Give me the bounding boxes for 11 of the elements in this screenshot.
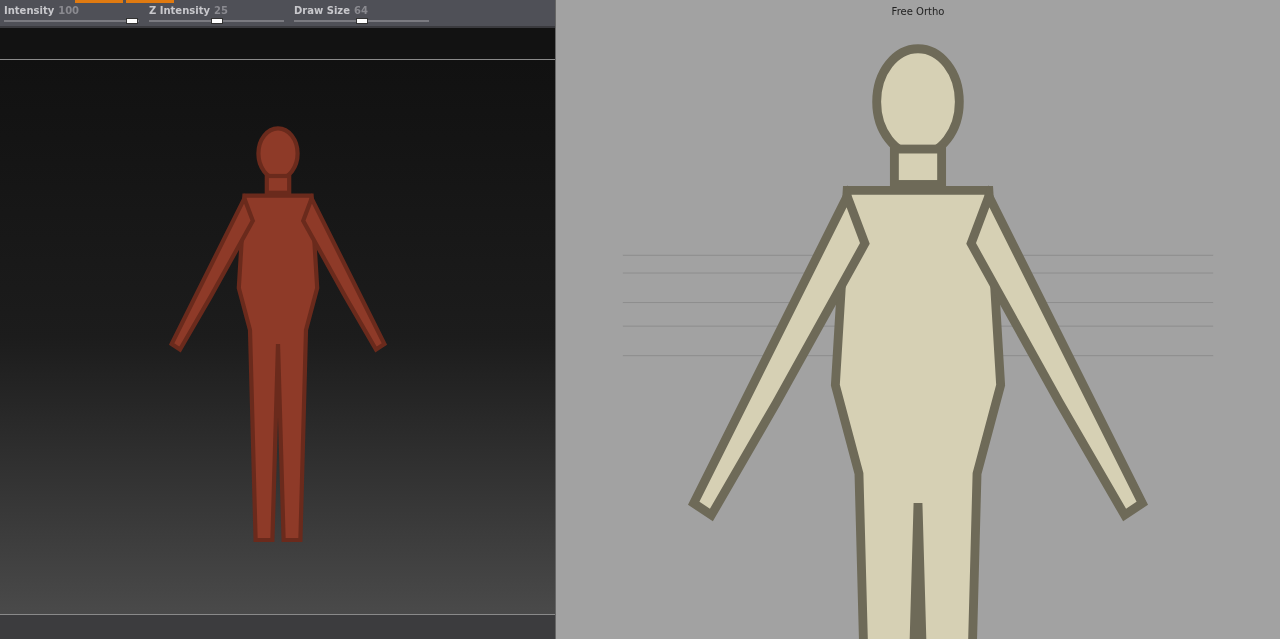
viewport-label: Free Ortho bbox=[891, 5, 945, 19]
slider-value: 25 bbox=[213, 5, 228, 17]
slider-label: Z Intensity bbox=[149, 5, 210, 17]
slider-value: 100 bbox=[58, 5, 80, 17]
slider-thumb[interactable] bbox=[126, 18, 139, 24]
slider-thumb[interactable] bbox=[355, 18, 368, 24]
slider-thumb[interactable] bbox=[210, 18, 223, 24]
perspective-viewport[interactable]: Free Ortho bbox=[555, 0, 1280, 639]
slider-label: Draw Size bbox=[294, 5, 350, 17]
slider-label: Intensity bbox=[4, 5, 55, 17]
slider-value: 64 bbox=[353, 5, 368, 17]
